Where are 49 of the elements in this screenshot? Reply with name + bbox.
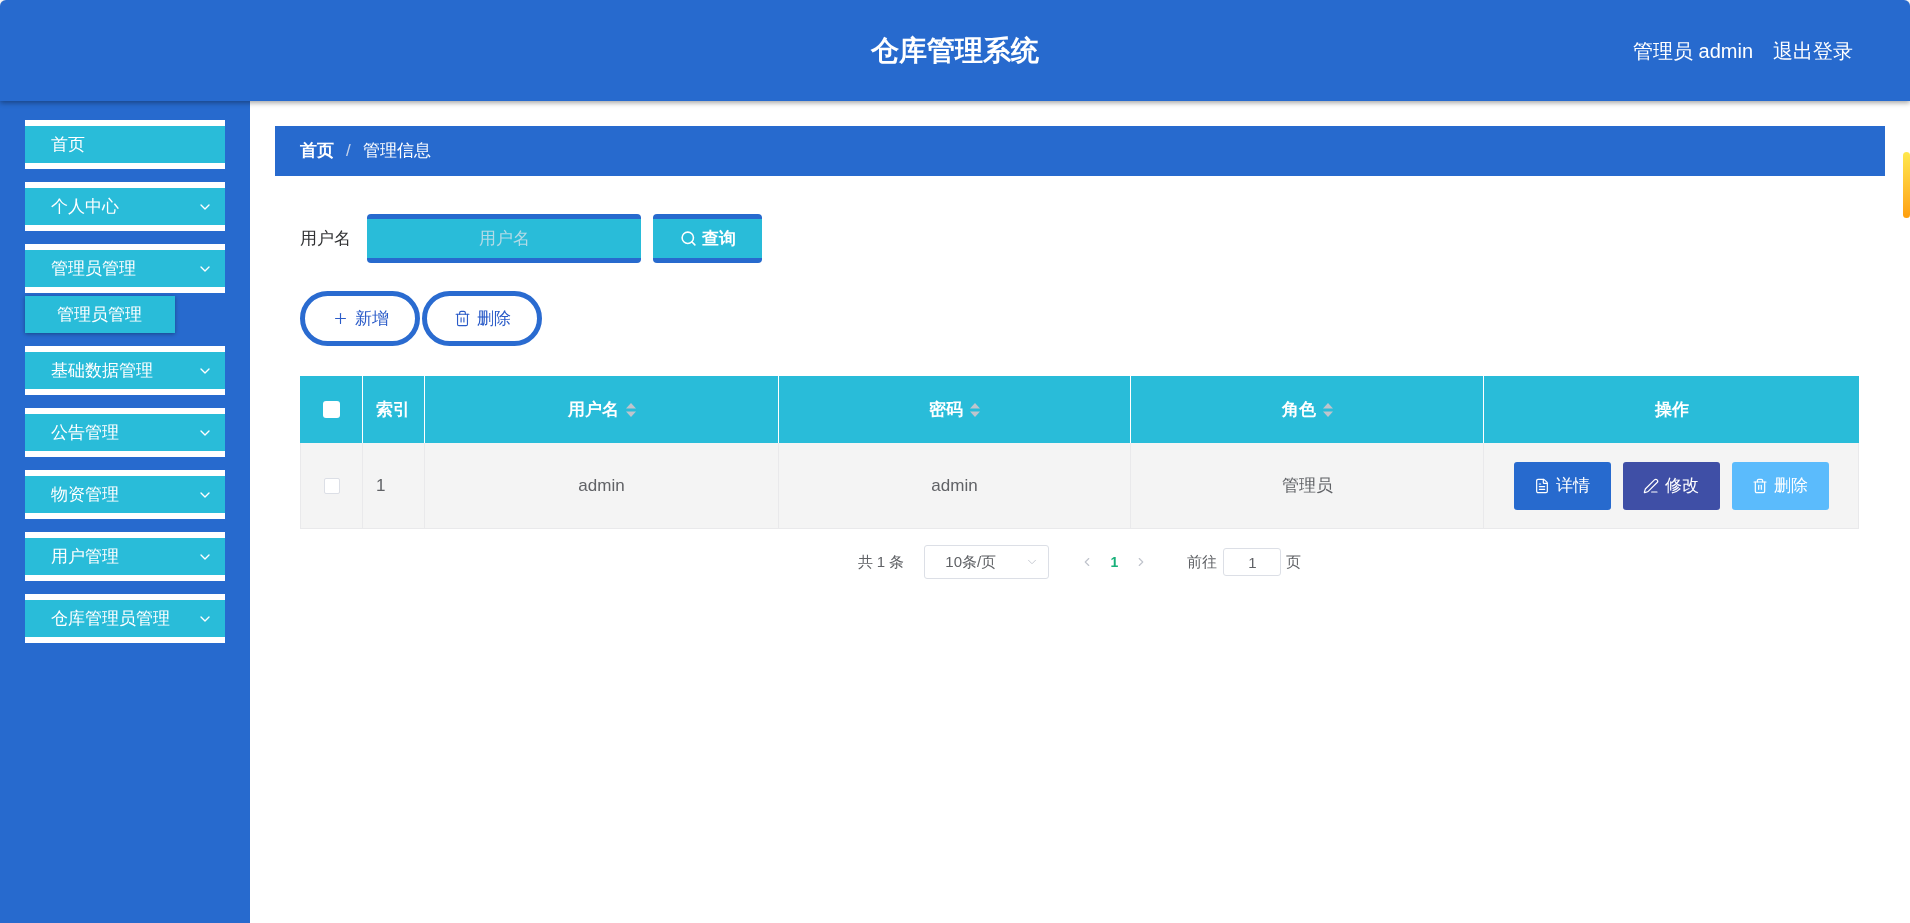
document-icon xyxy=(1534,477,1550,494)
sort-icon[interactable] xyxy=(625,402,636,417)
page-suffix: 页 xyxy=(1286,551,1302,572)
table-cell: 管理员 xyxy=(1131,443,1484,529)
sidebar-item[interactable]: 基础数据管理 xyxy=(25,346,225,395)
column-header[interactable]: 角色 xyxy=(1281,396,1316,423)
sidebar-item[interactable]: 首页 xyxy=(25,120,225,169)
edit-button[interactable]: 修改 xyxy=(1622,461,1720,510)
table-cell: admin xyxy=(779,443,1131,529)
delete-button[interactable]: 删除 xyxy=(422,291,542,346)
pencil-icon xyxy=(1643,477,1659,494)
table-cell: admin xyxy=(425,443,779,529)
username-input[interactable]: 用户名 xyxy=(367,214,641,263)
user-name: 管理员 admin xyxy=(1632,38,1753,64)
sidebar-item[interactable]: 物资管理 xyxy=(25,470,225,519)
goto-label: 前往 xyxy=(1187,551,1218,572)
search-label: 用户名 xyxy=(300,227,352,250)
logout-link[interactable]: 退出登录 xyxy=(1773,35,1853,66)
submenu-item[interactable]: 管理员管理 xyxy=(25,296,175,333)
column-header[interactable]: 用户名 xyxy=(567,396,619,423)
column-header: 操作 xyxy=(1654,398,1689,421)
column-header: 索引 xyxy=(376,398,410,421)
sidebar-item[interactable]: 用户管理 xyxy=(25,532,225,581)
breadcrumb-current: 管理信息 xyxy=(362,140,431,163)
page-number[interactable]: 1 xyxy=(1106,548,1123,576)
sidebar-item[interactable]: 管理员管理 xyxy=(25,244,225,293)
table-cell: 1 xyxy=(363,443,425,529)
breadcrumb-separator: / xyxy=(346,140,351,163)
add-button[interactable]: 新增 xyxy=(300,291,420,346)
checkbox[interactable] xyxy=(322,401,340,418)
side-tab-handle[interactable] xyxy=(1903,152,1910,218)
search-icon xyxy=(679,230,697,247)
sort-icon[interactable] xyxy=(970,402,980,417)
delete-button[interactable]: 删除 xyxy=(1731,461,1829,510)
app-title: 仓库管理系统 xyxy=(871,33,1039,68)
trash-icon xyxy=(1752,477,1768,494)
breadcrumb-link[interactable]: 首页 xyxy=(300,138,334,164)
sort-icon[interactable] xyxy=(1322,402,1333,417)
detail-button[interactable]: 详情 xyxy=(1513,461,1611,510)
sidebar-item[interactable]: 公告管理 xyxy=(25,408,225,457)
search-button[interactable]: 查询 xyxy=(653,214,762,263)
checkbox[interactable] xyxy=(323,477,340,494)
page-jump-input[interactable]: 1 xyxy=(1223,548,1282,576)
trash-icon xyxy=(453,310,471,327)
page-size-select[interactable]: 10条/页 xyxy=(924,545,1050,579)
sidebar-item[interactable]: 个人中心 xyxy=(25,182,225,231)
sidebar-item[interactable]: 仓库管理员管理 xyxy=(25,594,225,643)
total-count: 共 1 条 xyxy=(857,551,905,572)
column-header[interactable]: 密码 xyxy=(929,396,963,423)
